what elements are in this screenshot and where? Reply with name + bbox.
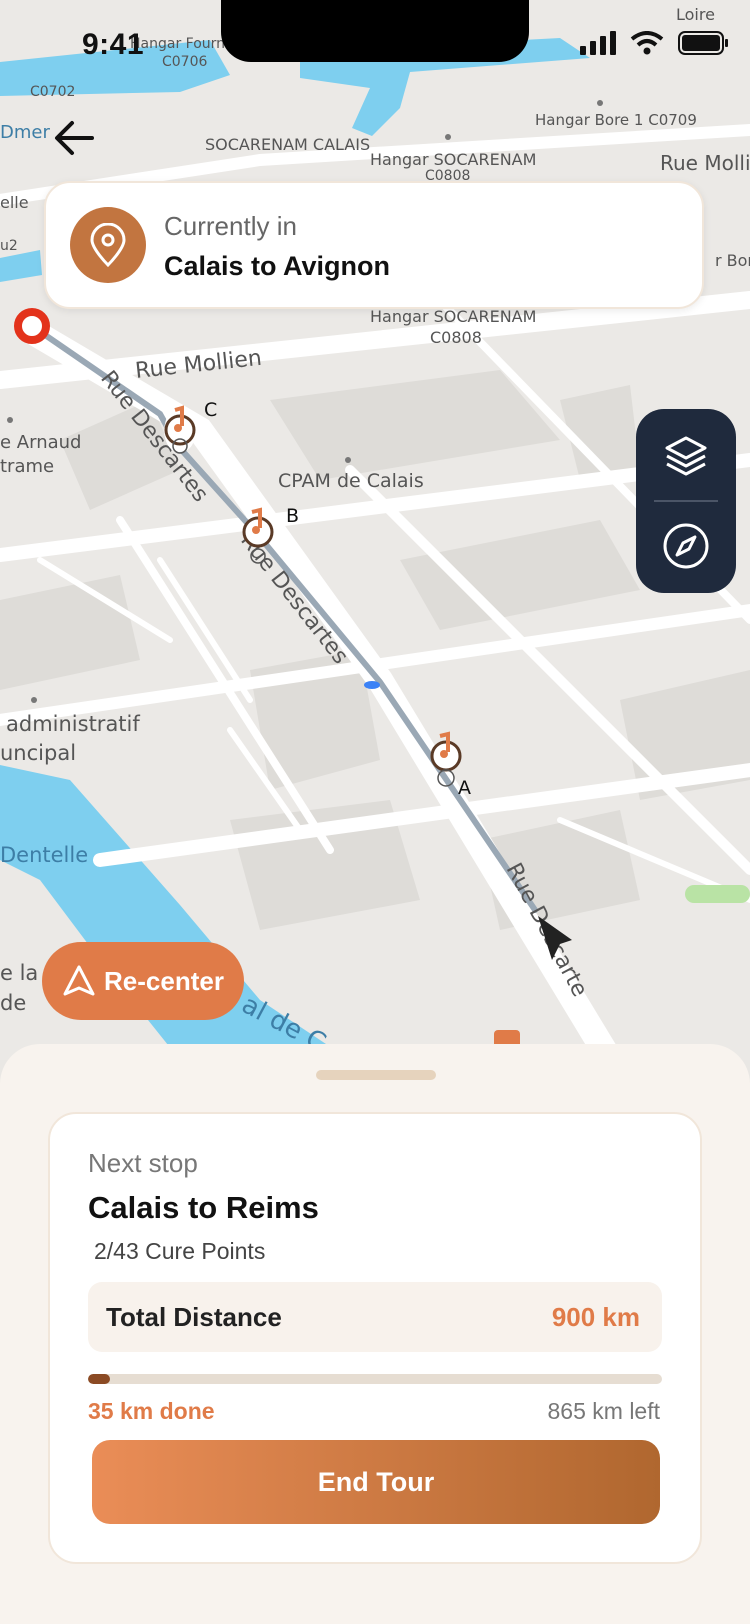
recenter-button[interactable]: Re-center (42, 942, 244, 1020)
route-start-marker (14, 308, 50, 344)
current-location-label: Currently in (164, 211, 297, 241)
distance-progress-fill (88, 1374, 111, 1384)
battery-icon (678, 31, 728, 55)
compass-button[interactable] (636, 502, 736, 590)
distance-done-text: 35 km done (88, 1398, 215, 1424)
total-distance-row: Total Distance 900 km (88, 1282, 662, 1352)
svg-text:de: de (0, 991, 26, 1015)
current-location-value: Calais to Avignon (164, 251, 391, 281)
next-stop-label: Next stop (88, 1148, 198, 1178)
layers-button[interactable] (636, 412, 736, 500)
svg-text:u2: u2 (0, 238, 18, 254)
svg-text:e Arnaud: e Arnaud (0, 432, 81, 453)
next-stop-card: Next stop Calais to Reims 2/43 Cure Poin… (48, 1112, 702, 1564)
bottom-sheet: Next stop Calais to Reims 2/43 Cure Poin… (0, 1044, 750, 1624)
recenter-label: Re-center (104, 965, 224, 996)
sheet-drag-handle[interactable] (316, 1070, 436, 1080)
screen: Rue Mollien Rue Descartes Rue Descartes … (0, 0, 750, 1624)
compass-icon (663, 523, 709, 569)
svg-text:uncipal: uncipal (0, 741, 76, 765)
location-pin-icon (70, 207, 146, 283)
status-time: 9:41 (82, 28, 145, 61)
total-distance-value: 900 km (551, 1302, 640, 1332)
svg-text:C0808: C0808 (430, 328, 482, 347)
distance-progress-bar (88, 1374, 662, 1384)
svg-text:administratif: administratif (6, 712, 140, 736)
status-bar: 9:41 (0, 0, 750, 90)
navigation-icon (63, 965, 95, 996)
svg-text:Hangar SOCARENAM: Hangar SOCARENAM (370, 307, 536, 326)
svg-text:trame: trame (0, 456, 54, 477)
back-button[interactable] (52, 118, 102, 162)
svg-text:Dmer: Dmer (0, 122, 50, 143)
distance-left-text: 865 km left (547, 1398, 661, 1424)
wifi-icon (630, 31, 664, 55)
current-location-card: Currently in Calais to Avignon (44, 181, 704, 309)
total-distance-label: Total Distance (106, 1302, 282, 1332)
stop-label-b: B (286, 505, 299, 527)
stop-label-c: C (204, 399, 217, 421)
svg-text:e la: e la (0, 961, 38, 985)
notch (221, 0, 529, 62)
signal-icon (580, 31, 616, 55)
layers-icon (665, 436, 707, 476)
svg-text:SOCARENAM CALAIS: SOCARENAM CALAIS (205, 135, 370, 154)
map-controls (636, 409, 736, 593)
next-stop-value: Calais to Reims (88, 1190, 319, 1225)
svg-text:Hangar Bore 1 C0709: Hangar Bore 1 C0709 (535, 111, 697, 129)
svg-text:CPAM de Calais: CPAM de Calais (278, 470, 424, 492)
svg-text:Dentelle: Dentelle (0, 843, 88, 867)
end-tour-button[interactable]: End Tour (92, 1440, 660, 1524)
arrow-left-icon (55, 121, 94, 155)
svg-text:r Bore: r Bore (715, 251, 750, 270)
cure-points-count: 2/43 Cure Points (94, 1238, 266, 1264)
svg-text:elle: elle (0, 193, 29, 212)
status-icons (580, 30, 730, 56)
svg-text:Hangar SOCARENAM: Hangar SOCARENAM (370, 150, 536, 169)
svg-text:Rue Mollie: Rue Mollie (660, 151, 750, 175)
stop-label-a: A (458, 777, 471, 799)
